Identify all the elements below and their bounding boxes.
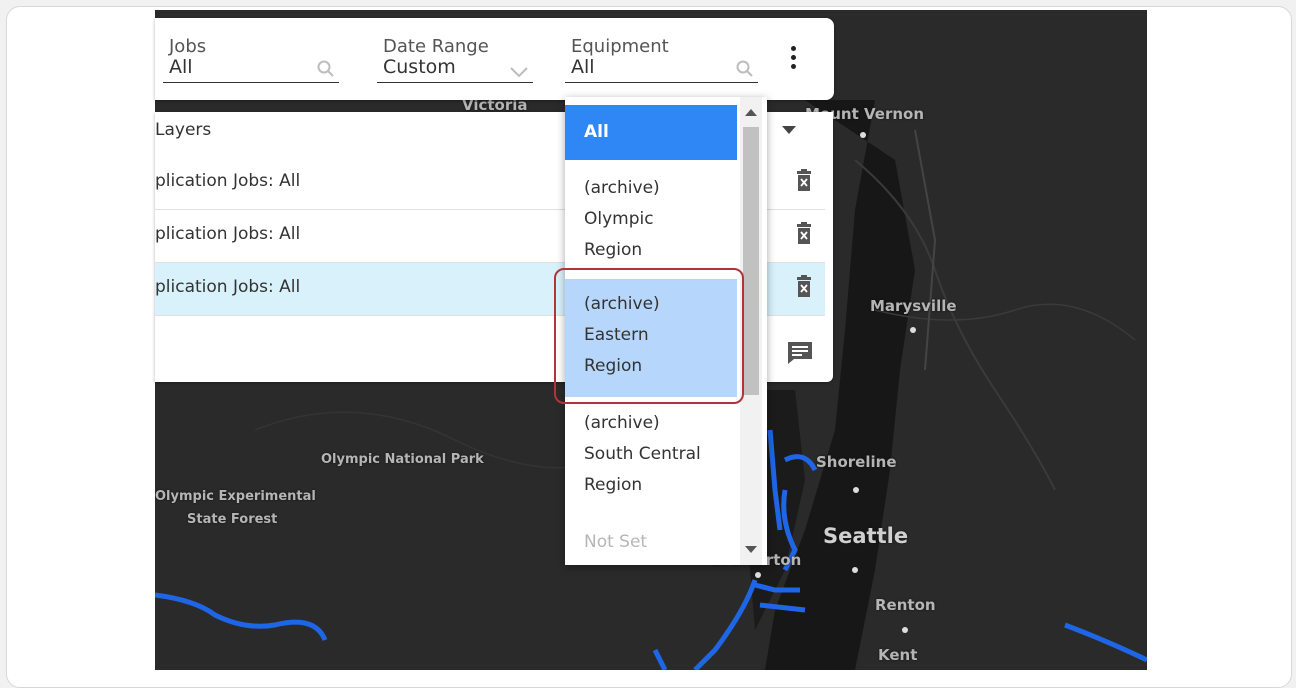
- dropdown-option-line: (archive): [584, 178, 660, 198]
- search-icon[interactable]: [736, 60, 754, 83]
- dropdown-option-all[interactable]: All: [565, 105, 737, 160]
- map-label-state-forest: State Forest: [187, 512, 278, 527]
- delete-icon[interactable]: [796, 222, 812, 244]
- map-label-seattle: Seattle: [823, 524, 909, 548]
- dropdown-option[interactable]: (archive) Olympic Region: [565, 173, 737, 266]
- jobs-filter-label: Jobs: [169, 36, 207, 57]
- map-label-olympic-national-park: Olympic National Park: [321, 452, 484, 467]
- map-label-shoreline: Shoreline: [816, 453, 897, 471]
- date-range-filter[interactable]: Date Range Custom: [377, 36, 533, 100]
- jobs-filter-value[interactable]: All: [169, 56, 193, 78]
- search-icon[interactable]: [317, 60, 335, 83]
- dropdown-option-not-set[interactable]: Not Set: [565, 527, 737, 558]
- map-label-marysville: Marysville: [870, 297, 957, 315]
- dropdown-option-line: Olympic: [584, 209, 654, 229]
- dropdown-scrollbar-thumb[interactable]: [743, 127, 759, 395]
- equipment-filter-underline: [565, 82, 758, 83]
- chevron-down-icon[interactable]: [509, 62, 529, 83]
- dropdown-option-label: All: [584, 122, 609, 142]
- dropdown-option-line: Region: [584, 475, 643, 495]
- date-range-value[interactable]: Custom: [383, 56, 456, 78]
- more-options-icon[interactable]: [787, 44, 799, 74]
- scroll-down-arrow-icon[interactable]: [745, 546, 757, 553]
- equipment-filter[interactable]: Equipment All: [565, 36, 758, 100]
- dropdown-option-line: Region: [584, 240, 643, 260]
- map-label-renton: Renton: [875, 596, 936, 614]
- layers-title: Layers: [155, 120, 212, 140]
- comment-icon[interactable]: [787, 341, 813, 365]
- map-label-olympic-experimental: Olympic Experimental: [155, 489, 316, 504]
- layer-row-label: plication Jobs: All: [155, 171, 301, 191]
- dropdown-option[interactable]: (archive) South Central Region: [565, 408, 737, 501]
- collapse-caret-icon[interactable]: [782, 126, 796, 134]
- dropdown-option-label: Not Set: [584, 532, 648, 552]
- scroll-up-arrow-icon[interactable]: [745, 109, 757, 116]
- dropdown-option-line: South Central: [584, 444, 701, 464]
- date-range-label: Date Range: [383, 36, 489, 57]
- dropdown-option-line: (archive): [584, 413, 660, 433]
- jobs-filter-underline: [163, 82, 339, 83]
- layer-row-label: plication Jobs: All: [155, 224, 301, 244]
- equipment-filter-input[interactable]: All: [571, 56, 595, 78]
- layer-row-label: plication Jobs: All: [155, 277, 301, 297]
- equipment-filter-label: Equipment: [571, 36, 669, 57]
- filter-toolbar: Jobs All Date Range Custom Equipment All: [155, 18, 834, 100]
- highlight-callout: [554, 268, 744, 404]
- map-label-kent: Kent: [878, 646, 918, 664]
- jobs-filter[interactable]: Jobs All: [163, 36, 339, 100]
- delete-icon[interactable]: [796, 169, 812, 191]
- delete-icon[interactable]: [796, 275, 812, 297]
